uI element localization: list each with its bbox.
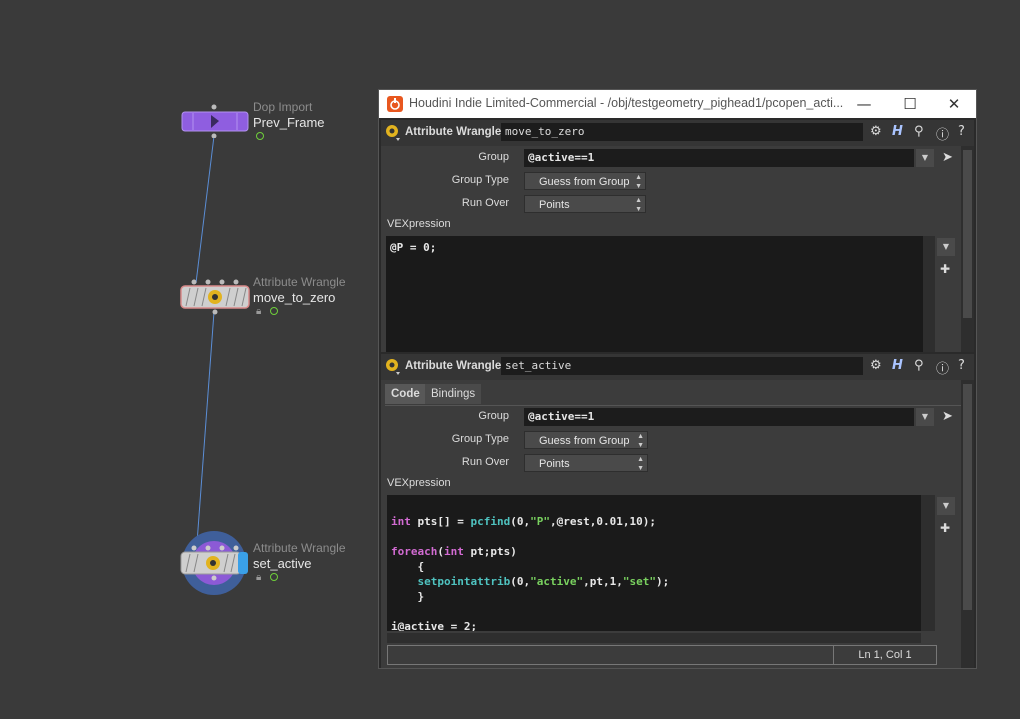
node-name-label[interactable]: set_active — [253, 556, 312, 571]
code-line: } — [391, 590, 425, 603]
help-icon[interactable]: ? — [958, 124, 965, 139]
node-move-to-zero[interactable] — [180, 278, 250, 316]
wrangle-op-icon[interactable] — [385, 124, 401, 142]
code-hscrollbar[interactable] — [387, 633, 921, 643]
minimize-button[interactable]: — — [841, 90, 887, 118]
window-title: Houdini Indie Limited-Commercial - /obj/… — [409, 96, 844, 110]
output-flag-icon — [270, 307, 278, 315]
node-name-field[interactable]: set_active — [501, 357, 863, 375]
tab-code[interactable]: Code — [385, 384, 426, 404]
run-over-label: Run Over — [461, 456, 509, 468]
run-over-value: Points — [539, 458, 570, 470]
panel-scrollbar[interactable] — [961, 146, 974, 352]
group-type-label: Group Type — [451, 174, 509, 186]
lock-icon: 🔒︎ — [256, 306, 262, 317]
node-type-label: Attribute Wrangle — [253, 541, 346, 555]
panel-scrollbar[interactable] — [961, 380, 974, 668]
node-type-label: Attribute Wrangle — [253, 275, 346, 289]
status-bar — [387, 645, 833, 665]
op-type-label: Attribute Wrangle — [405, 360, 502, 372]
group-type-dropdown[interactable]: Guess from Group ▲ ▼ — [524, 431, 648, 449]
op-type-label: Attribute Wrangle — [405, 126, 502, 138]
run-over-dropdown[interactable]: Points ▲ ▼ — [524, 195, 646, 213]
output-flag-icon — [270, 573, 278, 581]
vexpression-label: VEXpression — [387, 218, 451, 230]
tab-divider — [385, 405, 963, 406]
vexpression-editor[interactable]: @P = 0; — [386, 236, 923, 352]
lock-icon: 🔒︎ — [256, 572, 262, 583]
group-type-dropdown[interactable]: Guess from Group ▲ ▼ — [524, 172, 646, 190]
select-arrow-icon[interactable]: ➤ — [942, 409, 953, 424]
code-scrollbar[interactable] — [923, 236, 935, 352]
run-over-dropdown[interactable]: Points ▲ ▼ — [524, 454, 648, 472]
node-type-label: Dop Import — [253, 100, 313, 114]
tab-bindings[interactable]: Bindings — [425, 384, 482, 404]
help-h-icon[interactable]: H — [892, 124, 903, 139]
vexpression-label: VEXpression — [387, 477, 451, 489]
vexpression-editor[interactable]: int pts[] = pcfind(0,"P",@rest,0.01,10);… — [387, 495, 921, 631]
code-line: foreach(int pt;pts) — [391, 545, 517, 558]
snippet-dropdown-button[interactable]: ▼ — [937, 497, 955, 515]
code-line: int pts[] = pcfind(0,"P",@rest,0.01,10); — [391, 515, 656, 528]
help-h-icon[interactable]: H — [892, 358, 903, 373]
add-parameter-icon[interactable]: ✚ — [940, 262, 950, 276]
maximize-button[interactable]: ☐ — [887, 90, 933, 118]
scrollbar-thumb[interactable] — [963, 150, 972, 318]
close-button[interactable]: ✕ — [931, 90, 977, 118]
node-prev-frame[interactable] — [181, 104, 249, 138]
search-icon[interactable]: ⚲ — [914, 124, 924, 139]
houdini-logo-icon — [387, 96, 403, 112]
group-field[interactable]: @active==1 — [524, 149, 914, 167]
cursor-position: Ln 1, Col 1 — [833, 645, 937, 665]
group-type-value: Guess from Group — [539, 435, 630, 447]
group-label: Group — [478, 151, 509, 163]
output-flag-icon — [256, 132, 264, 140]
scrollbar-thumb[interactable] — [963, 384, 972, 610]
node-name-label[interactable]: move_to_zero — [253, 290, 335, 305]
group-type-value: Guess from Group — [539, 176, 630, 188]
panel-toolbar: Attribute Wrangle set_active ⚙ H ⚲ ⓘ ? — [381, 354, 974, 380]
code-line: { — [391, 560, 425, 573]
help-icon[interactable]: ? — [958, 358, 965, 373]
group-type-label: Group Type — [451, 433, 509, 445]
panel-toolbar: Attribute Wrangle move_to_zero ⚙ H ⚲ ⓘ ? — [381, 120, 974, 146]
run-over-label: Run Over — [461, 197, 509, 209]
parameter-panel-move-to-zero: Attribute Wrangle move_to_zero ⚙ H ⚲ ⓘ ?… — [381, 120, 974, 352]
select-arrow-icon[interactable]: ➤ — [942, 150, 953, 165]
gear-icon[interactable]: ⚙ — [870, 358, 882, 373]
node-set-active[interactable] — [180, 530, 250, 596]
node-name-label[interactable]: Prev_Frame — [253, 115, 325, 130]
wrangle-op-icon[interactable] — [385, 358, 401, 376]
parameter-window: Houdini Indie Limited-Commercial - /obj/… — [378, 89, 977, 669]
window-titlebar[interactable]: Houdini Indie Limited-Commercial - /obj/… — [379, 90, 976, 118]
group-dropdown-button[interactable]: ▼ — [916, 149, 934, 167]
group-dropdown-button[interactable]: ▼ — [916, 408, 934, 426]
parameter-panel-set-active: Attribute Wrangle set_active ⚙ H ⚲ ⓘ ? C… — [381, 354, 974, 668]
group-label: Group — [478, 410, 509, 422]
code-line: i@active = 2; — [391, 620, 478, 631]
snippet-dropdown-button[interactable]: ▼ — [937, 238, 955, 256]
search-icon[interactable]: ⚲ — [914, 358, 924, 373]
code-line: setpointattrib(0,"active",pt,1,"set"); — [417, 575, 670, 588]
info-icon[interactable]: ⓘ — [936, 124, 949, 143]
add-parameter-icon[interactable]: ✚ — [940, 521, 950, 535]
node-name-field[interactable]: move_to_zero — [501, 123, 863, 141]
info-icon[interactable]: ⓘ — [936, 358, 949, 377]
gear-icon[interactable]: ⚙ — [870, 124, 882, 139]
code-scrollbar[interactable] — [921, 495, 935, 631]
run-over-value: Points — [539, 199, 570, 211]
group-field[interactable]: @active==1 — [524, 408, 914, 426]
